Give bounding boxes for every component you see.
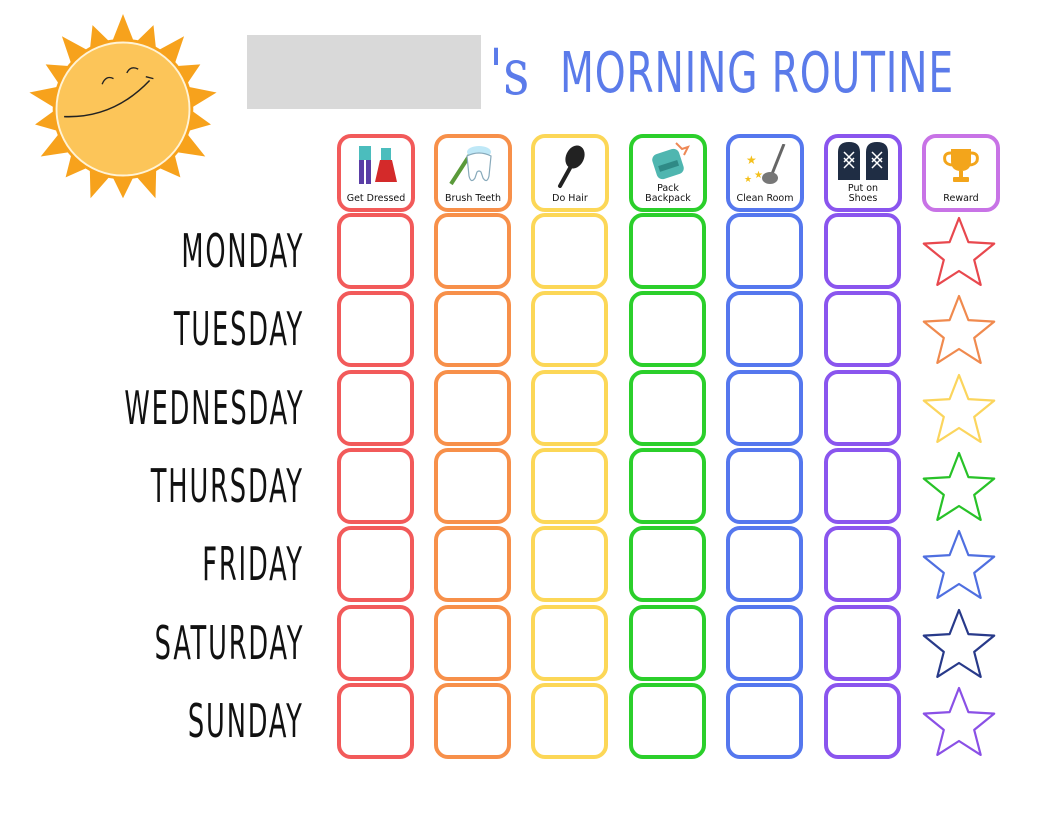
task-label: Pack Backpack: [645, 183, 691, 204]
clothes-icon: [341, 138, 411, 194]
checkbox-friday-clean-room[interactable]: [726, 526, 803, 603]
reward-star-icon[interactable]: [920, 685, 998, 761]
day-label-thursday: THURSDAY: [150, 458, 304, 513]
svg-text:★: ★: [744, 174, 752, 184]
possessive-suffix: 's: [489, 36, 530, 110]
checkbox-thursday-do-hair[interactable]: [531, 447, 608, 524]
checkbox-sunday-brush-teeth[interactable]: [434, 682, 511, 759]
day-label-monday: MONDAY: [181, 224, 304, 278]
checkbox-monday-put-on-shoes[interactable]: [824, 213, 901, 289]
shoes-icon: [828, 138, 898, 184]
star-outline: [922, 530, 996, 600]
reward-star-icon[interactable]: [920, 215, 998, 291]
checkbox-wednesday-pack-backpack[interactable]: [629, 369, 706, 446]
task-label: Clean Room: [736, 193, 794, 204]
svg-text:★: ★: [754, 170, 763, 181]
checkbox-saturday-get-dressed[interactable]: [337, 604, 414, 681]
tooth-icon: [438, 138, 508, 194]
task-header-clean-room: ★ ★ ★ Clean Room: [726, 134, 804, 212]
task-label: Get Dressed: [346, 193, 406, 204]
checkbox-wednesday-clean-room[interactable]: [726, 369, 803, 446]
task-header-put-on-shoes: Put on Shoes: [824, 134, 902, 212]
task-header-brush-teeth: Brush Teeth: [434, 134, 512, 212]
checkbox-saturday-put-on-shoes[interactable]: [824, 604, 901, 681]
backpack-icon: [633, 138, 703, 184]
checkbox-wednesday-do-hair[interactable]: [531, 369, 608, 446]
checkbox-thursday-brush-teeth[interactable]: [434, 447, 511, 524]
checkbox-sunday-clean-room[interactable]: [726, 682, 803, 759]
checkbox-saturday-do-hair[interactable]: [531, 604, 608, 681]
checkbox-friday-pack-backpack[interactable]: [629, 526, 706, 603]
day-label-tuesday: TUESDAY: [173, 302, 304, 357]
star-outline: [922, 295, 996, 365]
day-label-friday: FRIDAY: [202, 537, 304, 592]
star-outline: [922, 608, 996, 678]
star-outline: [922, 216, 996, 286]
broom-icon: ★ ★ ★: [730, 138, 800, 194]
task-label: Reward: [943, 193, 979, 204]
checkbox-sunday-put-on-shoes[interactable]: [824, 682, 901, 759]
reward-star-icon[interactable]: [920, 450, 998, 526]
checkbox-tuesday-put-on-shoes[interactable]: [824, 291, 901, 368]
checkbox-saturday-pack-backpack[interactable]: [629, 604, 706, 681]
checkbox-tuesday-brush-teeth[interactable]: [434, 291, 511, 368]
checkbox-saturday-brush-teeth[interactable]: [434, 604, 511, 681]
checkbox-saturday-clean-room[interactable]: [726, 604, 803, 681]
svg-text:★: ★: [746, 153, 757, 167]
task-header-pack-backpack: Pack Backpack: [629, 134, 707, 212]
checkbox-thursday-get-dressed[interactable]: [337, 447, 414, 524]
child-name-field[interactable]: [247, 35, 481, 109]
reward-header: Reward: [922, 134, 1000, 212]
task-label: Do Hair: [552, 193, 588, 204]
checkbox-thursday-put-on-shoes[interactable]: [824, 447, 901, 524]
reward-star-icon[interactable]: [920, 372, 998, 448]
reward-star-icon[interactable]: [920, 607, 998, 683]
checkbox-tuesday-pack-backpack[interactable]: [629, 291, 706, 368]
checkbox-tuesday-do-hair[interactable]: [531, 291, 608, 368]
checkbox-thursday-clean-room[interactable]: [726, 447, 803, 524]
checkbox-thursday-pack-backpack[interactable]: [629, 447, 706, 524]
task-header-do-hair: Do Hair: [531, 134, 609, 212]
checkbox-tuesday-clean-room[interactable]: [726, 291, 803, 368]
task-label: Put on Shoes: [847, 183, 879, 204]
checkbox-tuesday-get-dressed[interactable]: [337, 291, 414, 368]
task-header-get-dressed: Get Dressed: [337, 134, 415, 212]
checkbox-sunday-get-dressed[interactable]: [337, 682, 414, 759]
trophy-icon: [926, 138, 996, 194]
checkbox-friday-brush-teeth[interactable]: [434, 526, 511, 603]
checkbox-wednesday-brush-teeth[interactable]: [434, 369, 511, 446]
checkbox-friday-do-hair[interactable]: [531, 526, 608, 603]
title-text: MORNING ROUTINE: [560, 40, 955, 106]
star-outline: [922, 451, 996, 521]
checkbox-monday-brush-teeth[interactable]: [434, 213, 511, 289]
checkbox-sunday-do-hair[interactable]: [531, 682, 608, 759]
checkbox-wednesday-put-on-shoes[interactable]: [824, 369, 901, 446]
checkbox-sunday-pack-backpack[interactable]: [629, 682, 706, 759]
checkbox-monday-do-hair[interactable]: [531, 213, 608, 289]
checkbox-monday-clean-room[interactable]: [726, 213, 803, 289]
hairbrush-icon: [535, 138, 605, 194]
checkbox-monday-pack-backpack[interactable]: [629, 213, 706, 289]
page-title: 's MORNING ROUTINE: [484, 28, 1056, 118]
reward-star-icon[interactable]: [920, 293, 998, 369]
star-outline: [922, 373, 996, 443]
star-outline: [922, 686, 996, 756]
checkbox-friday-get-dressed[interactable]: [337, 526, 414, 603]
checkbox-wednesday-get-dressed[interactable]: [337, 369, 414, 446]
day-label-saturday: SATURDAY: [154, 615, 304, 670]
task-label: Brush Teeth: [444, 193, 502, 204]
checkbox-monday-get-dressed[interactable]: [337, 213, 414, 289]
sun-icon: [29, 14, 217, 199]
reward-star-icon[interactable]: [920, 528, 998, 604]
day-label-wednesday: WEDNESDAY: [123, 380, 304, 435]
day-label-sunday: SUNDAY: [188, 693, 304, 748]
checkbox-friday-put-on-shoes[interactable]: [824, 526, 901, 603]
